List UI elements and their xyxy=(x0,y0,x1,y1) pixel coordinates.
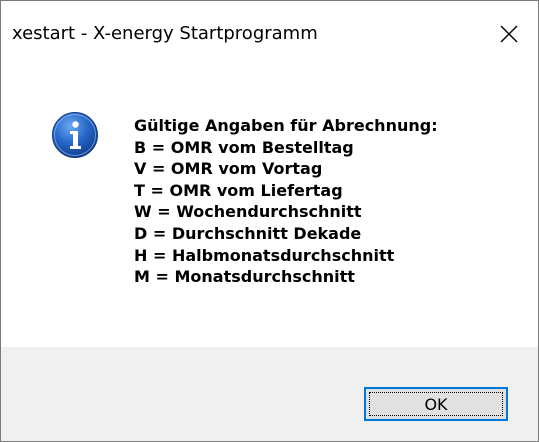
message-text: Gültige Angaben für Abrechnung: B = OMR … xyxy=(134,115,438,288)
message-line-b: B = OMR vom Bestelltag xyxy=(134,137,354,157)
info-icon xyxy=(52,112,98,158)
message-line-t: T = OMR vom Liefertag xyxy=(134,180,343,200)
close-icon xyxy=(500,25,518,43)
close-button[interactable] xyxy=(482,1,538,63)
message-line-d: D = Durchschnitt Dekade xyxy=(134,223,362,243)
message-line-m: M = Monatsdurchschnitt xyxy=(134,267,355,287)
message-heading: Gültige Angaben für Abrechnung: xyxy=(134,116,438,135)
message-line-h: H = Halbmonatsdurchschnitt xyxy=(134,245,395,265)
window-title: xestart - X-energy Startprogramm xyxy=(12,23,318,44)
ok-button[interactable]: OK xyxy=(364,387,508,421)
ok-button-label: OK xyxy=(369,392,503,416)
message-line-w: W = Wochendurchschnitt xyxy=(134,202,362,222)
message-box-window: xestart - X-energy Startprogramm Gültige… xyxy=(0,0,539,442)
dialog-content: Gültige Angaben für Abrechnung: B = OMR … xyxy=(1,63,538,347)
title-bar[interactable]: xestart - X-energy Startprogramm xyxy=(1,1,538,63)
button-bar: OK xyxy=(1,347,538,441)
message-line-v: V = OMR vom Vortag xyxy=(134,159,323,179)
